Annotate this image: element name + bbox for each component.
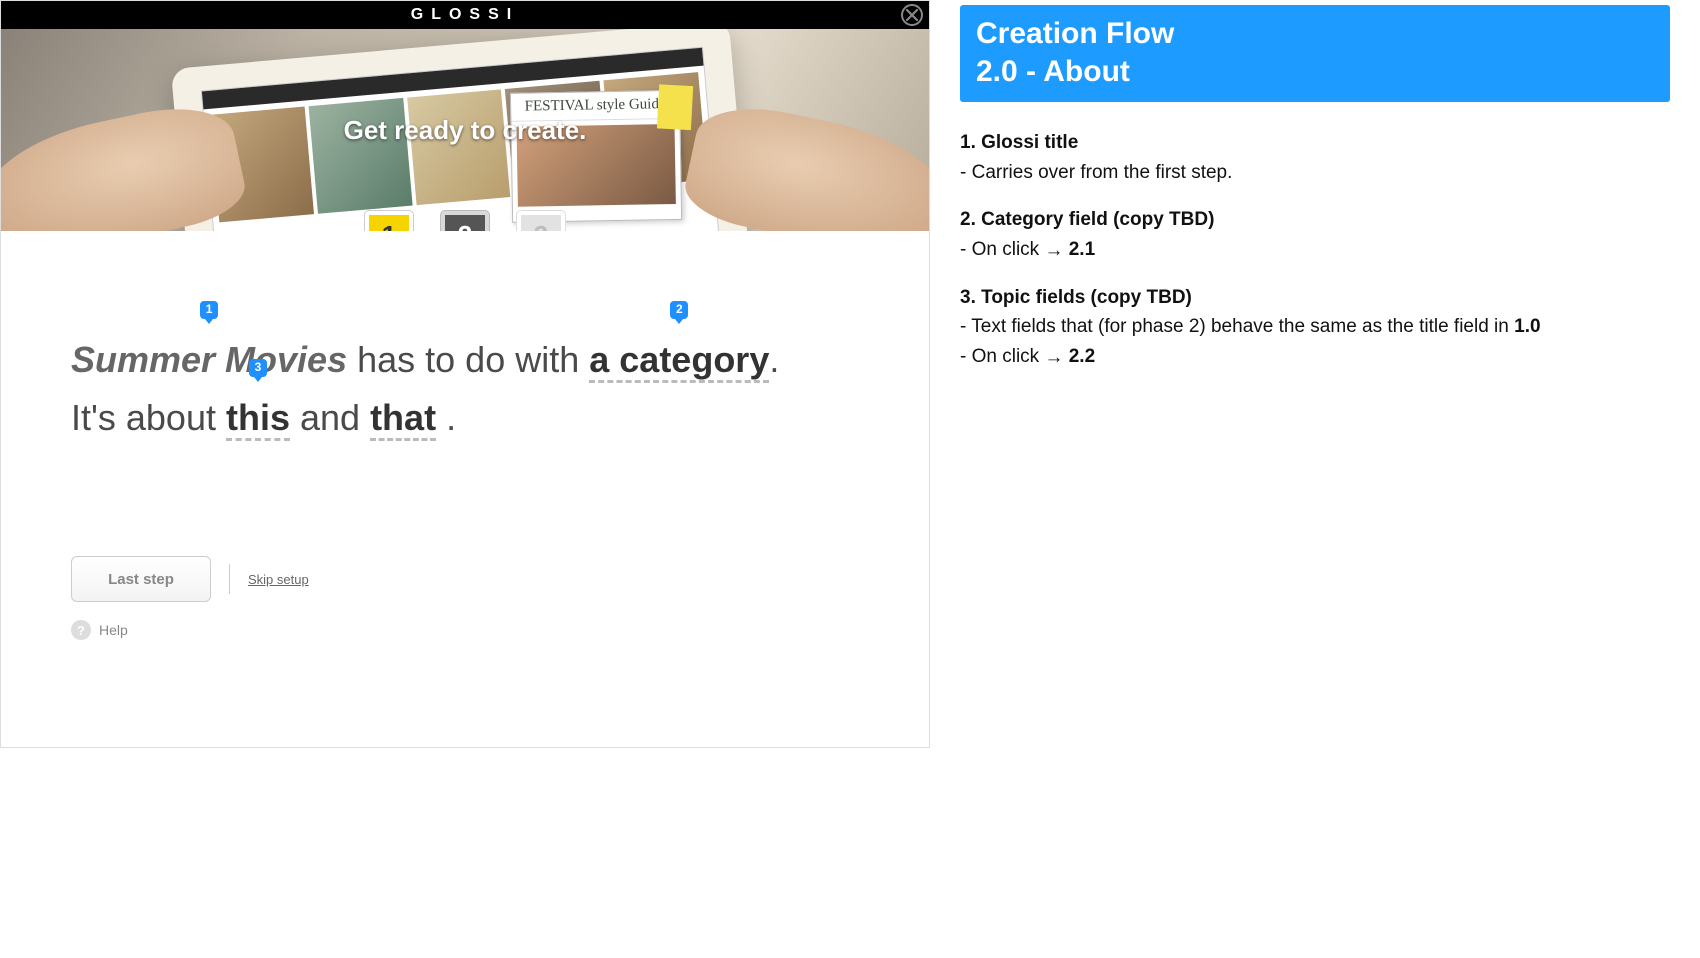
text-fragment: and [290,397,370,438]
topic-field-2[interactable]: that [370,397,436,441]
annotation-header: Creation Flow 2.0 - About [960,5,1670,102]
text-fragment: . [769,339,779,380]
madlib-sentence: 1 Summer Movies has to do with 2 a categ… [71,331,859,446]
annotation-panel: Creation Flow 2.0 - About 1. Glossi titl… [930,0,1700,958]
creation-flow-panel: GLOSSI FESTIVAL style Guide [0,0,930,748]
step-3[interactable]: 3 [517,211,565,231]
topic1-wrap: 3 this [226,389,290,447]
action-row: Last step Skip setup [71,556,859,602]
annotation-item-1: 1. Glossi title - Carries over from the … [960,130,1670,185]
hero-card: FESTIVAL style Guide [510,90,682,223]
separator [229,564,230,594]
category-wrap: 2 a category [589,331,769,389]
step-indicator: 1 2 3 [365,211,565,231]
glossi-title: Summer Movies [71,339,347,380]
annotation-heading: 3. Topic fields (copy TBD) [960,287,1192,308]
last-step-button[interactable]: Last step [71,556,211,602]
help-row[interactable]: ? Help [71,620,859,640]
text-fragment: has to do with [347,339,589,380]
hero-banner: FESTIVAL style Guide Get ready to create… [1,29,929,231]
callout-marker-2: 2 [670,301,688,319]
annotation-body: 1. Glossi title - Carries over from the … [960,102,1670,369]
thumbnail-item [407,89,511,205]
callout-marker-1: 1 [200,301,218,319]
skip-setup-link[interactable]: Skip setup [248,572,309,587]
annotation-line: - Carries over from the first step. [960,160,1670,186]
arrow-icon: → [1044,238,1063,264]
step-2[interactable]: 2 [441,211,489,231]
text-fragment: It's about [71,397,226,438]
annotation-heading: 1. Glossi title [960,132,1078,153]
annotation-title-line1: Creation Flow [976,15,1654,53]
topic-field-1[interactable]: this [226,397,290,441]
help-icon: ? [71,620,91,640]
step-1[interactable]: 1 [365,211,413,231]
arrow-icon: → [1044,345,1063,371]
hero-tagline: Get ready to create. [1,115,929,146]
brand-logo: GLOSSI [411,6,519,24]
annotation-heading: 2. Category field (copy TBD) [960,209,1214,230]
annotation-line: - On click → 2.2 [960,344,1670,370]
annotation-item-3: 3. Topic fields (copy TBD) - Text fields… [960,285,1670,370]
step-content: 1 Summer Movies has to do with 2 a categ… [1,231,929,670]
text-fragment: . [436,397,456,438]
annotation-line: - On click → 2.1 [960,237,1670,263]
app-topbar: GLOSSI [1,1,929,29]
annotation-item-2: 2. Category field (copy TBD) - On click … [960,207,1670,262]
category-field[interactable]: a category [589,339,769,383]
title-word-wrap: 1 Summer Movies [71,331,347,389]
close-button[interactable] [901,4,923,26]
close-icon [906,9,918,21]
callout-marker-3: 3 [249,359,267,377]
annotation-line: - Text fields that (for phase 2) behave … [960,314,1670,340]
help-label: Help [99,622,128,638]
annotation-title-line2: 2.0 - About [976,53,1654,91]
